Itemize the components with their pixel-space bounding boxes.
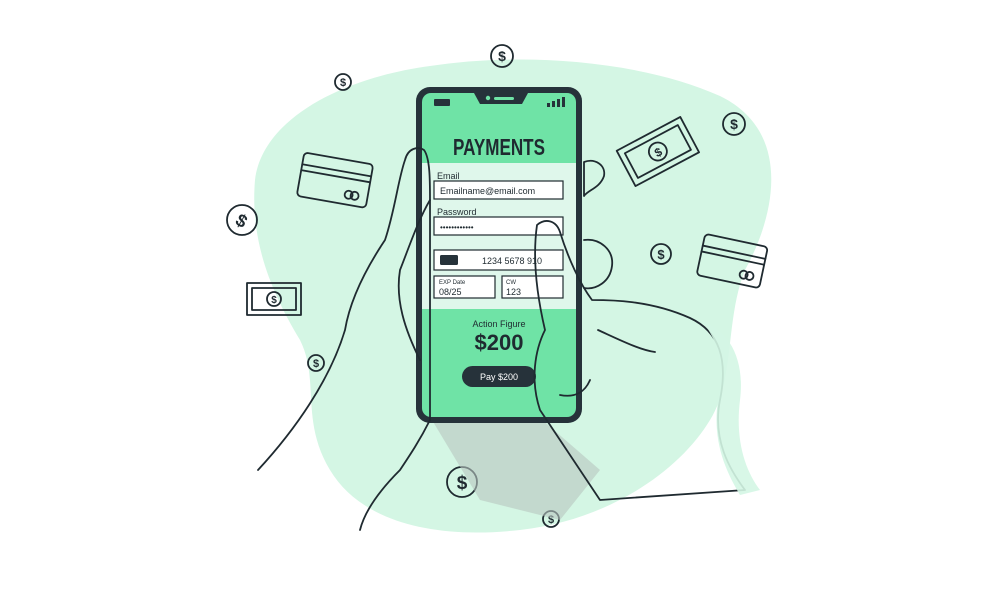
cvv-label: CW [506,280,516,286]
card-chip-icon [440,255,458,265]
battery-icon [434,99,450,106]
page-title: PAYMENTS [453,134,545,160]
email-label: Email [437,171,460,181]
svg-text:$: $ [313,358,319,370]
product-name: Action Figure [472,319,525,329]
password-label: Password [437,207,477,217]
exp-date-label: EXP Date [439,280,466,286]
email-value: Emailname@email.com [440,186,535,196]
svg-text:$: $ [498,48,506,64]
dollar-coin-icon: $ [226,204,258,236]
exp-date-value: 08/25 [439,287,462,297]
payments-illustration: $ $ $ $ $ $ $ $ $ $ PAYMENTS Email Email… [226,44,772,533]
dollar-coin-icon: $ [490,44,514,68]
svg-text:$: $ [730,116,738,132]
price-amount: $200 [475,330,524,355]
svg-text:$: $ [340,77,346,89]
cvv-value: 123 [506,287,521,297]
svg-text:$: $ [271,295,277,306]
svg-text:$: $ [232,210,251,232]
dollar-coin-icon: $ [334,73,352,91]
card-number-value: 1234 5678 910 [482,256,542,266]
svg-text:$: $ [657,247,665,262]
pay-button-label: Pay $200 [480,372,518,382]
password-value: •••••••••••• [440,223,474,232]
